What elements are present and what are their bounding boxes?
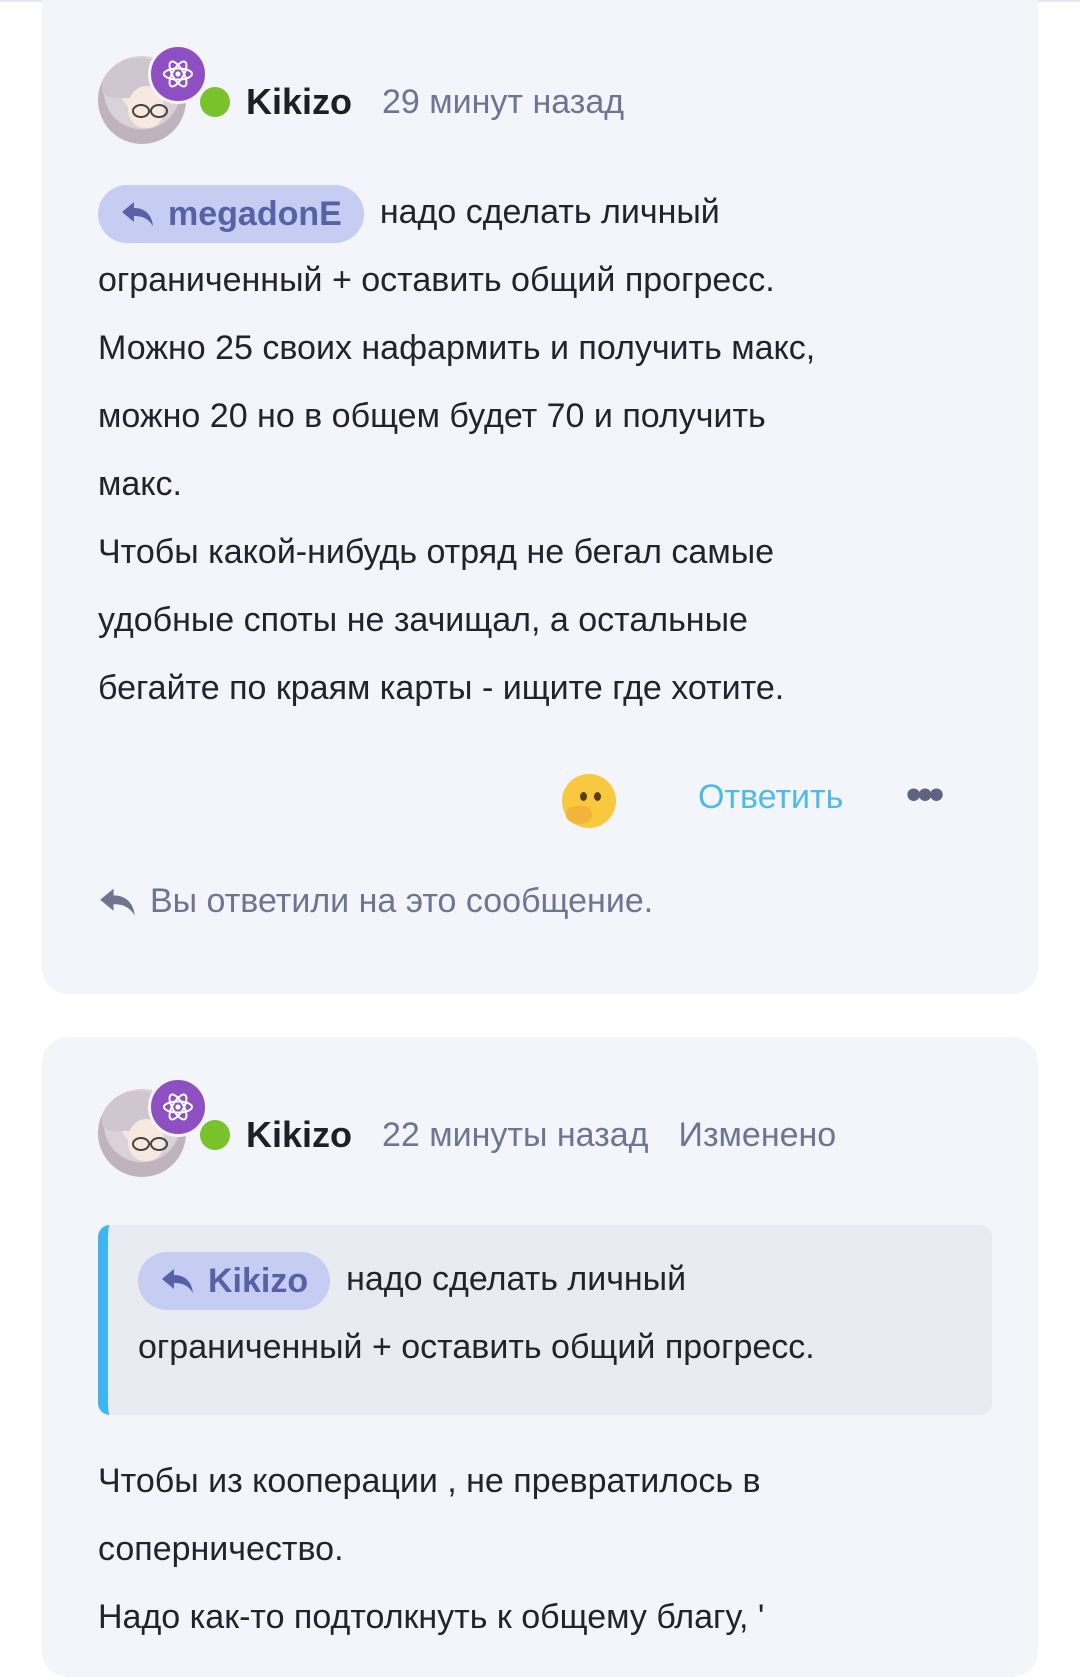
reply-arrow-icon: [122, 202, 153, 227]
message-body: megadonE надо сделать личный ограниченны…: [98, 178, 998, 722]
message-line: макс.: [98, 465, 182, 503]
message-line: можно 20 но в общем будет 70 и получить: [98, 397, 766, 435]
message-line: Чтобы какой-нибудь отряд не бегал самые: [98, 533, 775, 571]
message-line: Можно 25 своих нафармить и получить макс…: [98, 329, 816, 367]
reply-mention[interactable]: megadonE: [98, 185, 364, 244]
author-name[interactable]: Kikizo: [246, 1114, 352, 1156]
message-line: ограниченный + оставить общий прогресс.: [98, 261, 775, 299]
mention-name: Kikizo: [208, 1262, 309, 1301]
react-icon: [148, 1077, 208, 1137]
mention-name: megadonE: [168, 195, 342, 234]
edited-label: Изменено: [678, 1115, 837, 1154]
message-card: Kikizo 29 минут назад megadonE надо сдел…: [42, 0, 1038, 994]
reply-arrow-icon: [162, 1269, 193, 1294]
message-line: соперничество.: [98, 1530, 344, 1568]
author-name[interactable]: Kikizo: [246, 81, 352, 123]
online-indicator: [200, 1120, 230, 1150]
avatar[interactable]: [98, 44, 208, 148]
reply-button[interactable]: Ответить: [698, 778, 843, 817]
quoted-message[interactable]: Kikizo надо сделать личный ограниченный …: [98, 1225, 992, 1415]
online-indicator: [200, 87, 230, 117]
message-card: Kikizo 22 минуты назад Изменено Kikizo н…: [42, 1037, 1038, 1677]
reply-arrow-icon: [100, 888, 135, 915]
more-options-button[interactable]: •••: [906, 770, 944, 820]
message-line: Надо как-то подтолкнуть к общему благу, …: [98, 1598, 765, 1636]
message-header: Kikizo 22 минуты назад Изменено: [98, 1077, 866, 1181]
react-icon: [148, 44, 208, 104]
message-line: бегайте по краям карты - ищите где хотит…: [98, 669, 785, 707]
thinking-emoji-reaction-icon[interactable]: [562, 774, 616, 828]
quote-line: ограниченный + оставить общий прогресс.: [138, 1328, 815, 1366]
message-actions: Ответить •••: [42, 770, 1038, 830]
quote-body: Kikizo надо сделать личный ограниченный …: [138, 1245, 978, 1381]
message-header: Kikizo 29 минут назад: [98, 44, 654, 148]
message-line: Чтобы из кооперации , не превратилось в: [98, 1462, 761, 1500]
quote-line: надо сделать личный: [346, 1260, 687, 1298]
avatar[interactable]: [98, 1077, 208, 1181]
message-line: надо сделать личный: [379, 193, 720, 231]
replied-notice-text: Вы ответили на это сообщение.: [150, 882, 654, 920]
quote-mention[interactable]: Kikizo: [138, 1252, 331, 1311]
replied-notice[interactable]: Вы ответили на это сообщение.: [98, 882, 653, 921]
timestamp[interactable]: 22 минуты назад: [382, 1116, 649, 1155]
timestamp[interactable]: 29 минут назад: [382, 83, 624, 122]
message-body: Чтобы из кооперации , не превратилось в …: [98, 1447, 998, 1651]
message-line: удобные споты не зачищал, а остальные: [98, 601, 748, 639]
